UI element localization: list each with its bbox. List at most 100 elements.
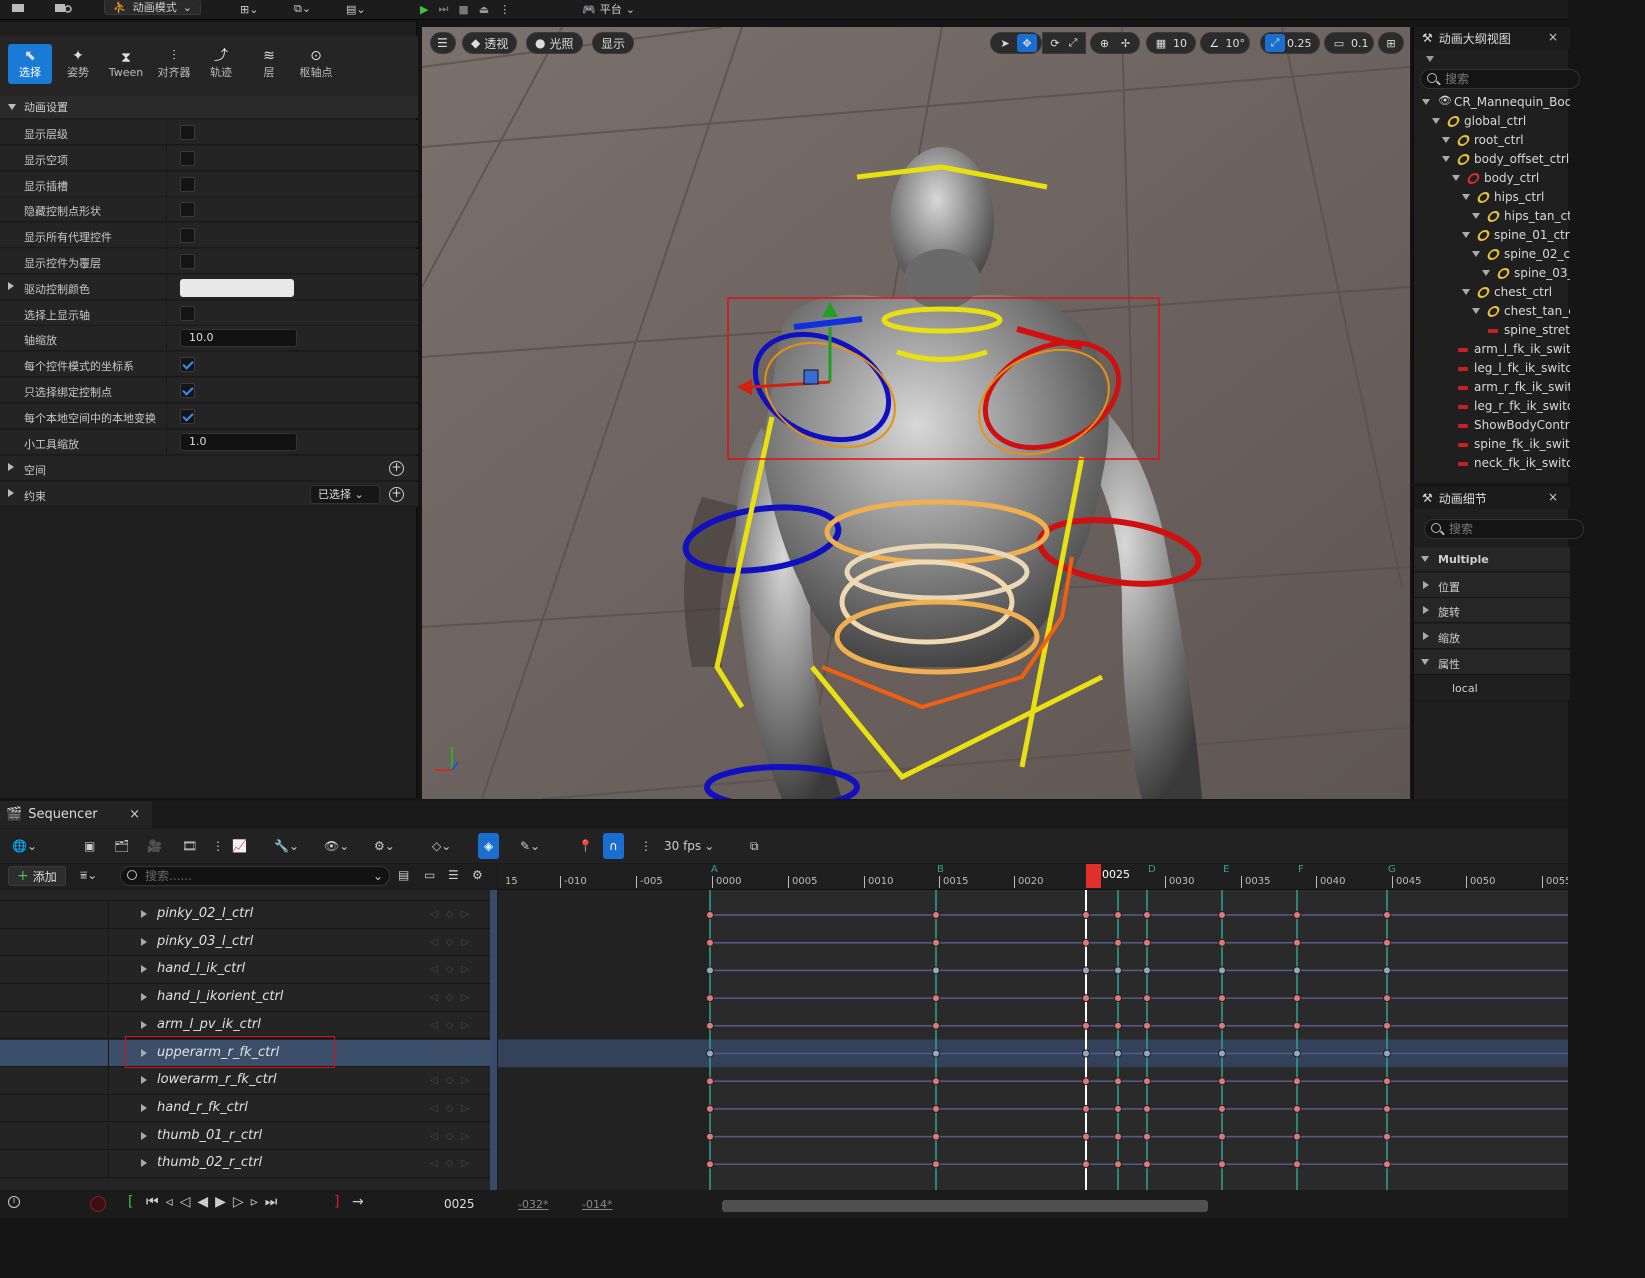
more-options-icon[interactable]: ⋮ — [640, 835, 652, 857]
keyframe-dot[interactable] — [932, 994, 940, 1003]
record-icon[interactable] — [90, 1196, 106, 1212]
save-icon[interactable] — [10, 0, 26, 18]
expand-arrow-icon[interactable] — [1442, 137, 1450, 143]
outliner-item[interactable]: neck_fk_ik_switch — [1414, 454, 1570, 473]
column-divider[interactable] — [166, 403, 167, 429]
keyframe-dot[interactable] — [1143, 1160, 1151, 1169]
keyframe-dot[interactable] — [1383, 966, 1391, 975]
keyframe-dot[interactable] — [1218, 1104, 1226, 1113]
add-track-button[interactable]: + 添加 — [8, 866, 66, 886]
marker-pin-icon[interactable]: 📍 — [578, 835, 593, 857]
track-row[interactable]: hand_l_ikorient_ctrl ◁◇▷ — [0, 984, 497, 1012]
keyframe-dot[interactable] — [1218, 1021, 1226, 1030]
expand-arrow-icon[interactable] — [1422, 99, 1430, 105]
outliner-search-input[interactable]: 搜索 — [1420, 69, 1580, 89]
mode-button-0[interactable]: ⬉ 选择 — [8, 44, 52, 84]
outliner-item[interactable]: body_ctrl — [1414, 169, 1570, 188]
keyframe-dot[interactable] — [1383, 1049, 1391, 1058]
keyframe-dot[interactable] — [1293, 1077, 1301, 1086]
details-row[interactable]: 属性 — [1414, 650, 1570, 675]
keyframe-dot[interactable] — [1143, 911, 1151, 919]
mode-button-2[interactable]: ⧗ Tween — [104, 44, 148, 84]
collapse-rows-icon[interactable]: ▤ — [398, 868, 409, 882]
setting-checkbox[interactable] — [180, 150, 195, 166]
outliner-tab[interactable]: ⚒ 动画大纲视图 × — [1414, 27, 1570, 49]
keyframe-dot[interactable] — [932, 1160, 940, 1169]
keyframe-dot[interactable] — [1114, 994, 1122, 1003]
expand-arrow-icon[interactable] — [1452, 175, 1460, 181]
keyframe-dot[interactable] — [1114, 1160, 1122, 1169]
mode-dropdown[interactable]: ⛹ 动画模式 ⌄ — [104, 0, 201, 18]
column-divider[interactable] — [166, 197, 167, 223]
keyframe-dot[interactable] — [1293, 966, 1301, 975]
column-divider[interactable] — [166, 274, 167, 300]
keyframe-dot[interactable] — [932, 1132, 940, 1141]
loop-arrow-icon[interactable]: → — [352, 1194, 364, 1210]
key-diamond-icon[interactable]: ◇⌄ — [432, 835, 451, 857]
snap-magnet-toggle[interactable]: ∩ — [603, 833, 624, 859]
keyframe-dot[interactable] — [706, 911, 714, 919]
wrench-icon[interactable]: 🔧⌄ — [274, 835, 299, 857]
keyframe-dot[interactable] — [932, 1021, 940, 1030]
mode-button-6[interactable]: ⊙ 枢轴点 — [294, 44, 338, 84]
world-globe-icon[interactable]: ⊕ — [1095, 34, 1114, 52]
keyframe-dot[interactable] — [706, 938, 714, 947]
transport-controls[interactable]: ⏮◃◁◀▶▷▹⏭ — [146, 1194, 284, 1210]
color-swatch[interactable] — [180, 278, 294, 297]
keyframe-dot[interactable] — [1293, 1104, 1301, 1113]
scale-icon[interactable]: ⤢ — [1065, 34, 1081, 52]
more-options-icon[interactable]: ⋮ — [499, 3, 510, 16]
keyframe-dot[interactable] — [1143, 938, 1151, 947]
outliner-item[interactable]: root_ctrl — [1414, 131, 1570, 150]
keyframe-dot[interactable] — [1383, 1021, 1391, 1030]
expand-arrow-icon[interactable] — [141, 937, 147, 946]
key-navigation-icon[interactable]: ◁◇▷ — [430, 909, 477, 920]
keyframe-dot[interactable] — [932, 938, 940, 947]
expand-arrow-icon[interactable] — [1462, 232, 1470, 238]
keyframe-dot[interactable] — [1082, 966, 1090, 975]
keyframe-dot[interactable] — [1218, 1132, 1226, 1141]
keyframe-dot[interactable] — [1143, 966, 1151, 975]
outliner-item[interactable]: chest_ctrl — [1414, 283, 1570, 302]
keyframe-dot[interactable] — [1293, 938, 1301, 947]
keyframe-dot[interactable] — [1383, 1132, 1391, 1141]
keyframe-dot[interactable] — [706, 1049, 714, 1058]
constraint-select[interactable]: 已选择 ⌄ — [310, 485, 380, 504]
move-icon[interactable]: ✥ — [1017, 34, 1037, 52]
setting-checkbox[interactable] — [180, 202, 195, 218]
setting-number-input[interactable]: 1.0 — [180, 432, 297, 451]
expand-arrow-icon[interactable] — [141, 910, 147, 918]
close-icon[interactable]: × — [1548, 490, 1558, 504]
keyframe-dot[interactable] — [1383, 911, 1391, 919]
settings-gear-icon[interactable]: ⚙ — [472, 868, 483, 882]
outliner-item[interactable]: hips_tan_ctrl — [1414, 207, 1570, 226]
stop-icon[interactable]: ■ — [458, 3, 468, 16]
surface-snap-icon[interactable]: ✢ — [1116, 34, 1135, 52]
render-movie-icon[interactable]: 🎥 — [147, 835, 162, 857]
outliner-item[interactable]: hips_ctrl — [1414, 188, 1570, 207]
details-row[interactable]: 旋转 — [1414, 598, 1570, 623]
level-viewport[interactable]: ☰ ◆ 透视 ● 光照 显示 ➤ ✥ ⟳ ⤢ ⊕ ✢ ▦ 10 ∠ 10° ⤢ 0.25 … — [422, 27, 1410, 799]
key-navigation-icon[interactable]: ◁◇▷ — [430, 1020, 477, 1031]
expand-arrow-icon[interactable] — [1472, 213, 1480, 219]
keyframe-dot[interactable] — [1082, 1132, 1090, 1141]
expand-rows-icon[interactable]: ▭ — [424, 868, 435, 882]
keyframe-dot[interactable] — [1082, 994, 1090, 1003]
column-divider[interactable] — [166, 352, 167, 378]
keyframe-dot[interactable] — [932, 1104, 940, 1113]
expand-arrow-icon[interactable] — [1472, 308, 1480, 314]
show-button[interactable]: 显示 — [592, 32, 635, 54]
keyframe-dot[interactable] — [1293, 1132, 1301, 1141]
keyframe-dot[interactable] — [1293, 1021, 1301, 1030]
angle-snap-toggle[interactable]: ∠ 10° — [1200, 32, 1250, 54]
keyframe-dot[interactable] — [1383, 1077, 1391, 1086]
keyframe-dot[interactable] — [706, 1077, 714, 1086]
column-divider[interactable] — [166, 223, 167, 249]
details-row[interactable]: 位置 — [1414, 573, 1570, 598]
column-divider[interactable] — [166, 120, 167, 145]
track-row[interactable]: pinky_03_l_ctrl ◁◇▷ — [0, 928, 497, 957]
outliner-item[interactable]: body_offset_ctrl — [1414, 150, 1570, 169]
setting-checkbox[interactable] — [180, 254, 195, 269]
column-divider[interactable] — [166, 326, 167, 352]
setting-number-input[interactable]: 10.0 — [180, 329, 297, 348]
